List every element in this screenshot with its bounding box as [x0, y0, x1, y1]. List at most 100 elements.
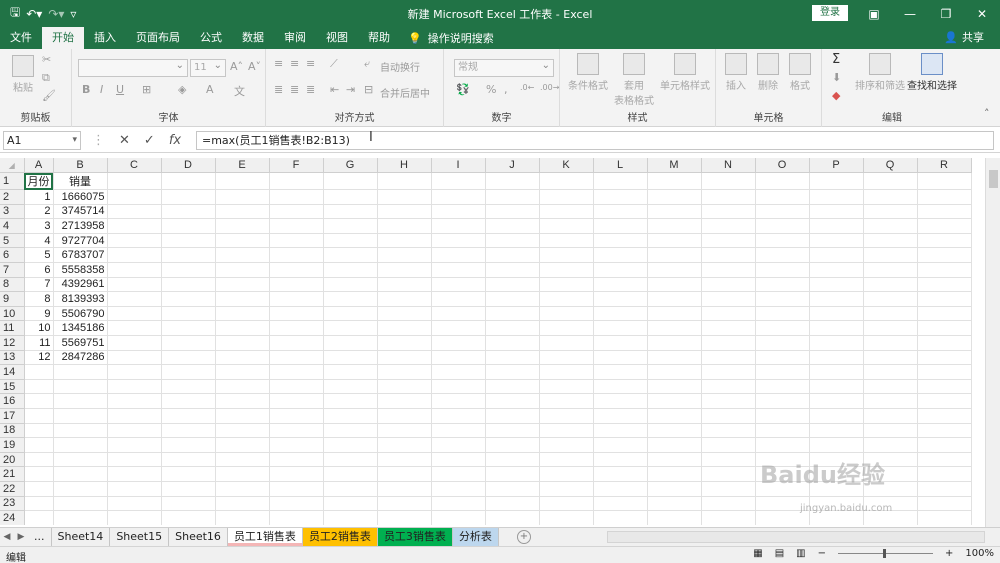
cell[interactable] [161, 247, 216, 264]
cell[interactable] [269, 364, 324, 380]
cancel-entry-icon[interactable]: ✕ [119, 131, 130, 150]
cell[interactable] [539, 350, 594, 366]
row-header[interactable]: 22 [0, 481, 25, 497]
cell[interactable] [323, 172, 378, 191]
cell[interactable] [269, 247, 324, 264]
delete-cells-button[interactable]: 删除 [752, 53, 784, 92]
cell[interactable] [215, 379, 270, 395]
bottom-align-icon[interactable]: ≡ [306, 57, 315, 70]
cell[interactable] [107, 247, 162, 264]
cell[interactable] [809, 189, 864, 205]
cell[interactable] [593, 189, 648, 205]
cell[interactable] [701, 364, 756, 380]
row-header[interactable]: 12 [0, 335, 25, 351]
cell[interactable] [431, 189, 486, 205]
cell[interactable] [863, 189, 918, 205]
cell[interactable] [755, 291, 810, 307]
cell[interactable]: 5569751 [53, 335, 108, 351]
cell[interactable] [107, 204, 162, 220]
cell[interactable] [539, 496, 594, 512]
cell[interactable] [161, 437, 216, 453]
cell[interactable] [485, 423, 540, 439]
minimize-icon[interactable]: — [892, 0, 928, 27]
cell[interactable] [269, 408, 324, 424]
cell[interactable] [269, 393, 324, 409]
find-select-button[interactable]: 查找和选择 [906, 53, 958, 92]
cell[interactable] [377, 218, 432, 234]
cell[interactable] [269, 277, 324, 293]
cell[interactable] [269, 452, 324, 468]
format-painter-icon[interactable]: 🖌 [42, 89, 56, 102]
cell[interactable] [161, 291, 216, 307]
cell[interactable] [917, 379, 972, 395]
cell[interactable] [809, 262, 864, 278]
tab-insert[interactable]: 插入 [84, 27, 126, 49]
cell[interactable] [431, 350, 486, 366]
top-align-icon[interactable]: ≡ [274, 57, 283, 70]
cell[interactable] [431, 291, 486, 307]
cell[interactable] [593, 481, 648, 497]
copy-icon[interactable]: ⧉ [42, 71, 50, 85]
cell[interactable] [215, 218, 270, 234]
cell[interactable] [647, 379, 702, 395]
cell[interactable] [539, 291, 594, 307]
cell[interactable] [377, 408, 432, 424]
cell[interactable] [215, 408, 270, 424]
cell[interactable] [809, 172, 864, 191]
cell[interactable] [24, 510, 54, 525]
cell[interactable] [269, 481, 324, 497]
font-name-combo[interactable] [78, 58, 188, 77]
name-box[interactable]: A1 [3, 131, 81, 150]
cell[interactable]: 3 [24, 218, 54, 234]
cell[interactable] [269, 291, 324, 307]
cell[interactable] [593, 423, 648, 439]
cell[interactable] [161, 306, 216, 322]
cell[interactable]: 2847286 [53, 350, 108, 366]
middle-align-icon[interactable]: ≡ [290, 57, 299, 70]
tab-help[interactable]: 帮助 [358, 27, 400, 49]
cell[interactable] [485, 408, 540, 424]
cell[interactable] [24, 423, 54, 439]
cell[interactable] [323, 262, 378, 278]
normal-view-icon[interactable]: ▦ [753, 548, 762, 559]
cell[interactable] [539, 218, 594, 234]
cell[interactable] [485, 496, 540, 512]
cell[interactable] [647, 364, 702, 380]
cell[interactable] [917, 408, 972, 424]
cell[interactable] [161, 172, 216, 191]
cell[interactable] [161, 320, 216, 337]
row-header[interactable]: 1 [0, 172, 25, 191]
cell[interactable] [863, 393, 918, 409]
cut-icon[interactable]: ✂ [42, 53, 51, 66]
cell[interactable] [107, 350, 162, 366]
tab-home[interactable]: 开始 [42, 27, 84, 49]
tell-me-search[interactable]: 💡 操作说明搜索 [400, 27, 494, 49]
cell[interactable] [809, 247, 864, 264]
cell[interactable] [539, 320, 594, 337]
select-all-corner[interactable]: ◢ [0, 158, 25, 174]
cell[interactable] [701, 262, 756, 278]
cell[interactable] [215, 481, 270, 497]
cell[interactable] [431, 510, 486, 525]
cell[interactable] [377, 364, 432, 380]
cell[interactable] [323, 510, 378, 525]
horizontal-scrollbar[interactable] [607, 531, 985, 543]
cell[interactable] [647, 437, 702, 453]
cell[interactable] [755, 423, 810, 439]
cell[interactable] [161, 481, 216, 497]
wrap-text-icon[interactable]: ⤶ [364, 57, 370, 71]
cell[interactable] [431, 218, 486, 234]
cell[interactable] [917, 172, 972, 191]
increase-indent-icon[interactable]: ⇥ [346, 83, 355, 96]
cell[interactable]: 5558358 [53, 262, 108, 278]
cell[interactable] [863, 218, 918, 234]
cell[interactable] [863, 437, 918, 453]
cell[interactable] [431, 423, 486, 439]
cell[interactable] [917, 218, 972, 234]
column-header[interactable]: B [53, 158, 108, 174]
cell[interactable] [593, 350, 648, 366]
cell[interactable] [701, 189, 756, 205]
column-header[interactable]: D [161, 158, 216, 174]
cell[interactable] [485, 320, 540, 337]
cell[interactable] [53, 364, 108, 380]
